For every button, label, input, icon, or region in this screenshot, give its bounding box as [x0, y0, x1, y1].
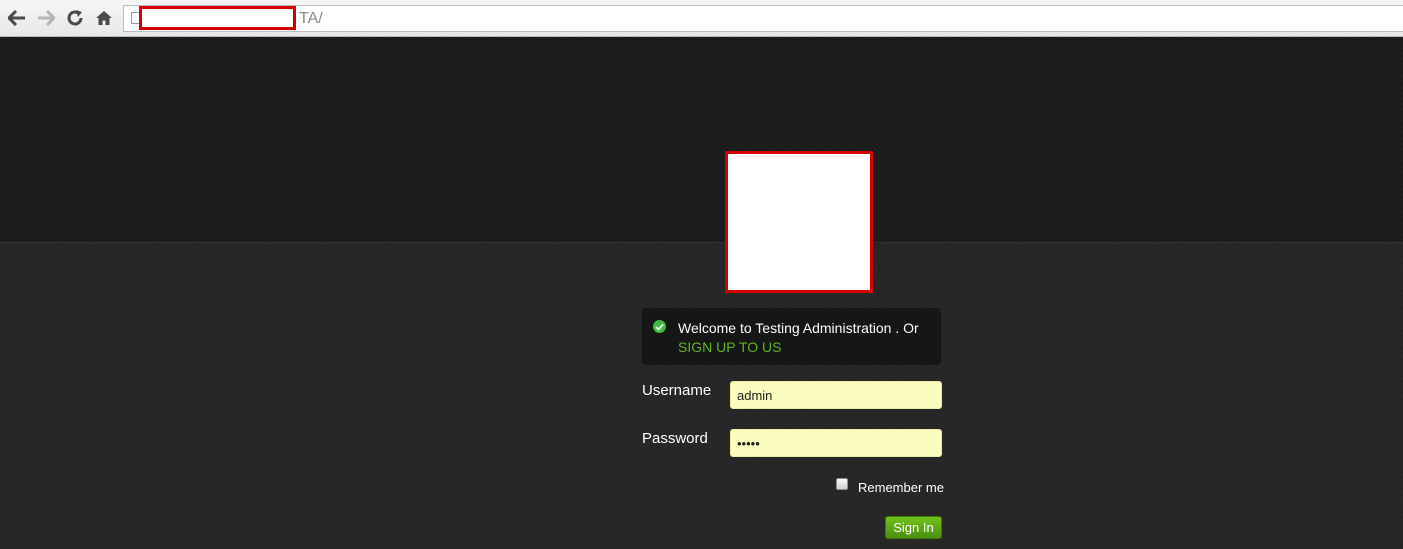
remember-me-checkbox[interactable] [836, 478, 848, 490]
check-circle-icon [653, 320, 666, 333]
logo-redacted [725, 151, 873, 293]
password-input[interactable] [730, 429, 942, 457]
welcome-message-box: Welcome to Testing Administration . Or S… [642, 308, 941, 365]
url-text: TA/ [299, 10, 323, 27]
browser-toolbar: TA/ [0, 0, 1403, 37]
back-arrow-icon[interactable] [7, 8, 27, 28]
username-label: Username [642, 382, 712, 399]
reload-icon[interactable] [65, 8, 85, 28]
remember-me-label: Remember me [858, 480, 944, 495]
username-input[interactable] [730, 381, 942, 409]
welcome-text: Welcome to Testing Administration . Or [678, 320, 919, 336]
sign-in-button[interactable]: Sign In [885, 516, 942, 539]
url-redaction [139, 6, 296, 30]
forward-arrow-icon[interactable] [36, 8, 56, 28]
password-label: Password [642, 430, 708, 447]
home-icon[interactable] [94, 8, 114, 28]
address-bar[interactable]: TA/ [123, 5, 1403, 32]
signup-link[interactable]: SIGN UP TO US [678, 339, 781, 355]
page-header-band [0, 37, 1403, 243]
